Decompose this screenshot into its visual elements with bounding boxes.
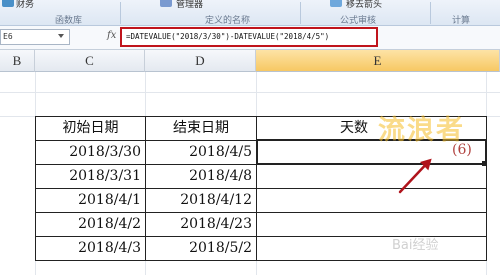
bottom-watermark: Bai经验 bbox=[392, 238, 439, 253]
group-label-defined-names: 定义的名称 bbox=[205, 16, 251, 26]
table-cell-end-date[interactable]: 2018/4/23 bbox=[146, 212, 256, 236]
formula-input[interactable]: =DATEVALUE("2018/3/30")-DATEVALUE("2018/… bbox=[120, 27, 378, 47]
table-header-end-date[interactable]: 结束日期 bbox=[146, 116, 256, 140]
name-manager-icon[interactable] bbox=[160, 0, 172, 7]
table-border bbox=[486, 116, 487, 261]
table-cell-start-date[interactable]: 2018/4/2 bbox=[36, 212, 145, 236]
column-header-e[interactable]: E bbox=[256, 50, 500, 72]
ribbon-remove-arrows[interactable]: 移去箭头 bbox=[346, 0, 382, 10]
table-border bbox=[256, 116, 257, 261]
table-header-start-date[interactable]: 初始日期 bbox=[36, 116, 145, 140]
column-header-d[interactable]: D bbox=[145, 50, 256, 72]
fill-handle[interactable] bbox=[482, 161, 487, 166]
ribbon: 财务 管理器 移去箭头 函数库 定义的名称 公式审核 计算 bbox=[0, 0, 500, 26]
column-header-b[interactable]: B bbox=[0, 50, 35, 72]
table-cell-start-date[interactable]: 2018/3/30 bbox=[36, 140, 145, 164]
ribbon-separator bbox=[120, 2, 121, 24]
ribbon-separator bbox=[300, 2, 301, 24]
group-label-formula-auditing: 公式审核 bbox=[340, 16, 377, 26]
ribbon-name-manager[interactable]: 管理器 bbox=[176, 0, 203, 10]
annotation-arrow-icon bbox=[398, 158, 432, 194]
group-label-function-library: 函数库 bbox=[55, 16, 83, 26]
ribbon-separator bbox=[430, 2, 431, 24]
table-cell-end-date[interactable]: 2018/5/2 bbox=[146, 236, 256, 260]
table-border bbox=[35, 260, 486, 261]
table-cell-end-date[interactable]: 2018/4/12 bbox=[146, 188, 256, 212]
dropdown-arrow-icon[interactable] bbox=[58, 34, 64, 38]
formula-text: =DATEVALUE("2018/3/30")-DATEVALUE("2018/… bbox=[126, 32, 330, 41]
ribbon-finance[interactable]: 财务 bbox=[16, 0, 34, 10]
remove-arrows-icon[interactable] bbox=[330, 0, 342, 7]
gridline bbox=[0, 92, 500, 93]
finance-icon[interactable] bbox=[2, 0, 14, 7]
fx-icon[interactable]: fx bbox=[107, 30, 116, 41]
formula-bar-buttons bbox=[72, 29, 112, 45]
table-cell-start-date[interactable]: 2018/4/3 bbox=[36, 236, 145, 260]
group-label-calculation: 计算 bbox=[452, 16, 471, 26]
watermark-logo: 流浪者 bbox=[378, 115, 465, 146]
table-cell-start-date[interactable]: 2018/4/1 bbox=[36, 188, 145, 212]
table-cell-start-date[interactable]: 2018/3/31 bbox=[36, 164, 145, 188]
column-header-c[interactable]: C bbox=[35, 50, 145, 72]
formula-bar: E6 fx =DATEVALUE("2018/3/30")-DATEVALUE(… bbox=[0, 26, 500, 50]
table-cell-end-date[interactable]: 2018/4/8 bbox=[146, 164, 256, 188]
table-cell-end-date[interactable]: 2018/4/5 bbox=[146, 140, 256, 164]
